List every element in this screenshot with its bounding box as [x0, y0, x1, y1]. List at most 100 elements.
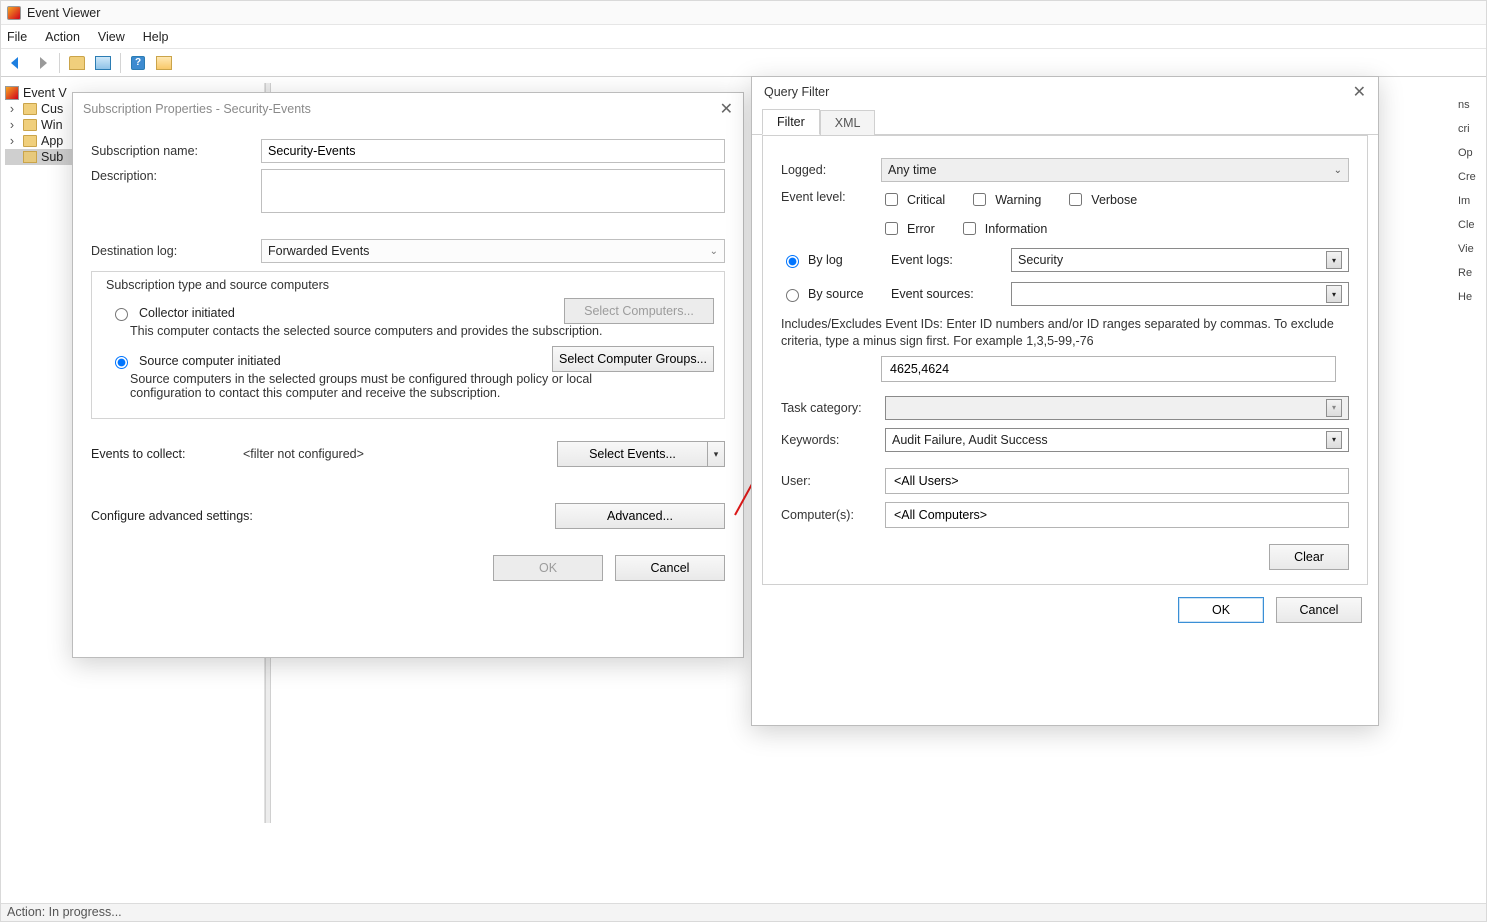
cancel-button[interactable]: Cancel [1276, 597, 1362, 623]
level-verbose-checkbox[interactable]: Verbose [1065, 190, 1137, 209]
by-source-radio[interactable]: By source [781, 286, 881, 302]
user-label: User: [781, 474, 885, 488]
level-critical-checkbox[interactable]: Critical [881, 190, 945, 209]
tab-bar: Filter XML [752, 107, 1378, 135]
close-icon[interactable]: ✕ [1353, 82, 1366, 102]
tree-label: Win [41, 118, 63, 132]
computers-label: Computer(s): [781, 508, 885, 522]
task-category-combo [885, 396, 1349, 420]
events-to-collect-label: Events to collect: [91, 447, 243, 461]
event-sources-combo[interactable] [1011, 282, 1349, 306]
select-computers-button: Select Computers... [564, 298, 714, 324]
keywords-combo[interactable]: Audit Failure, Audit Success [885, 428, 1349, 452]
subscription-type-group: Subscription type and source computers C… [91, 271, 725, 419]
keywords-label: Keywords: [781, 433, 885, 447]
titlebar: Event Viewer [1, 1, 1486, 25]
chevron-down-icon[interactable] [1326, 251, 1342, 269]
forward-icon[interactable] [33, 54, 51, 72]
dialog-titlebar[interactable]: Query Filter ✕ [752, 77, 1378, 107]
query-filter-dialog: Query Filter ✕ Filter XML Logged: Any ti… [751, 76, 1379, 726]
event-ids-input[interactable] [881, 356, 1336, 382]
collector-initiated-radio[interactable]: Collector initiated [110, 305, 235, 321]
statusbar: Action: In progress... [1, 903, 1486, 921]
description-label: Description: [91, 169, 261, 183]
expand-icon[interactable]: › [5, 102, 19, 116]
status-text: Action: In progress... [7, 905, 122, 919]
dialog-title: Subscription Properties - Security-Event… [83, 102, 311, 116]
logged-select[interactable]: Any time [881, 158, 1349, 182]
radio-input[interactable] [115, 308, 128, 321]
select-events-button[interactable]: Select Events... [557, 441, 725, 467]
tree-label: App [41, 134, 63, 148]
expand-icon[interactable]: › [5, 118, 19, 132]
properties-icon[interactable] [94, 54, 112, 72]
expand-icon: · [5, 150, 19, 164]
actions-pane-peek: ns cri Op Cre Im Cle Vie Re He [1456, 93, 1486, 653]
menubar: File Action View Help [1, 25, 1486, 49]
toolbar: ? [1, 49, 1486, 77]
by-log-radio[interactable]: By log [781, 252, 881, 268]
cancel-button[interactable]: Cancel [615, 555, 725, 581]
folder-icon [23, 119, 37, 131]
event-ids-help: Includes/Excludes Event IDs: Enter ID nu… [781, 316, 1349, 350]
source-initiated-radio[interactable]: Source computer initiated [110, 353, 281, 369]
source-help-text: Source computers in the selected groups … [130, 372, 630, 400]
destination-log-label: Destination log: [91, 244, 261, 258]
select-computer-groups-button[interactable]: Select Computer Groups... [552, 346, 714, 372]
menu-view[interactable]: View [98, 30, 125, 44]
subscription-name-input[interactable] [261, 139, 725, 163]
user-input[interactable] [885, 468, 1349, 494]
folder-icon[interactable] [68, 54, 86, 72]
level-error-checkbox[interactable]: Error [881, 219, 935, 238]
event-level-label: Event level: [781, 190, 881, 204]
select-events-main[interactable]: Select Events... [557, 441, 707, 467]
ok-button: OK [493, 555, 603, 581]
collector-help-text: This computer contacts the selected sour… [130, 324, 630, 338]
subscription-name-label: Subscription name: [91, 144, 261, 158]
chevron-down-icon[interactable] [1326, 285, 1342, 303]
menu-action[interactable]: Action [45, 30, 80, 44]
subscription-icon [23, 151, 37, 163]
tab-filter[interactable]: Filter [762, 109, 820, 135]
group-title: Subscription type and source computers [102, 278, 333, 292]
logged-label: Logged: [781, 163, 881, 177]
menu-help[interactable]: Help [143, 30, 169, 44]
close-icon[interactable]: ✕ [720, 99, 733, 119]
dialog-titlebar[interactable]: Subscription Properties - Security-Event… [73, 93, 743, 125]
ok-button[interactable]: OK [1178, 597, 1264, 623]
app-icon [7, 6, 21, 20]
clear-button[interactable]: Clear [1269, 544, 1349, 570]
computers-input[interactable] [885, 502, 1349, 528]
radio-input[interactable] [115, 356, 128, 369]
tree-label: Sub [41, 150, 63, 164]
filter-status-text: <filter not configured> [243, 447, 557, 461]
select-events-dropdown[interactable] [707, 441, 725, 467]
chevron-down-icon[interactable] [1326, 431, 1342, 449]
toolbar-separator [59, 53, 60, 73]
event-logs-combo[interactable]: Security [1011, 248, 1349, 272]
level-information-checkbox[interactable]: Information [959, 219, 1048, 238]
eventviewer-icon [5, 86, 19, 100]
advanced-button[interactable]: Advanced... [555, 503, 725, 529]
panel-icon[interactable] [155, 54, 173, 72]
expand-icon[interactable]: › [5, 134, 19, 148]
toolbar-separator [120, 53, 121, 73]
tab-xml[interactable]: XML [820, 110, 876, 135]
event-logs-label: Event logs: [891, 253, 1001, 267]
tree-label: Event V [23, 86, 67, 100]
description-input[interactable] [261, 169, 725, 213]
level-warning-checkbox[interactable]: Warning [969, 190, 1041, 209]
event-sources-label: Event sources: [891, 287, 1001, 301]
task-category-label: Task category: [781, 401, 885, 415]
back-icon[interactable] [7, 54, 25, 72]
configure-advanced-label: Configure advanced settings: [91, 509, 441, 523]
folder-icon [23, 135, 37, 147]
menu-file[interactable]: File [7, 30, 27, 44]
dialog-title: Query Filter [764, 85, 829, 99]
app-title: Event Viewer [27, 6, 100, 20]
tree-label: Cus [41, 102, 63, 116]
help-icon[interactable]: ? [129, 54, 147, 72]
subscription-properties-dialog: Subscription Properties - Security-Event… [72, 92, 744, 658]
destination-log-select[interactable]: Forwarded Events⌄ [261, 239, 725, 263]
chevron-down-icon [1326, 399, 1342, 417]
